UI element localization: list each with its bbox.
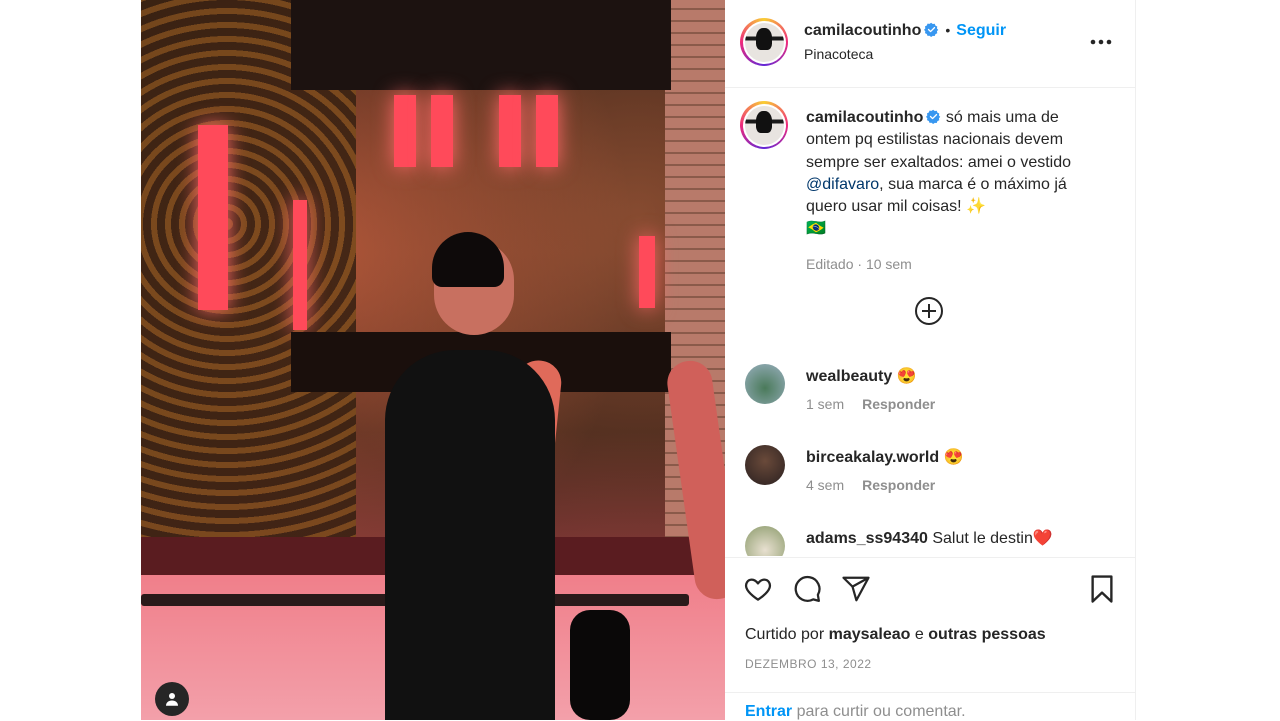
- post-side-panel: camilacoutinho • Seguir Pinacoteca camilac…: [725, 0, 1136, 720]
- caption-username[interactable]: camilacoutinho: [806, 109, 923, 126]
- photo-window: [639, 236, 655, 308]
- author-username[interactable]: camilacoutinho: [804, 22, 921, 39]
- login-link[interactable]: Entrar: [745, 703, 792, 720]
- post-date[interactable]: DEZEMBRO 13, 2022: [745, 657, 872, 671]
- commenter-username[interactable]: wealbeauty: [806, 368, 892, 385]
- photo-hair: [432, 232, 504, 287]
- comment-text: 😍: [943, 449, 964, 466]
- load-more-comments-button[interactable]: [914, 296, 944, 326]
- user-tag-icon: [166, 693, 178, 706]
- post-caption: camilacoutinho só mais uma de ontem pq e…: [806, 107, 1106, 275]
- commenter-avatar[interactable]: [745, 364, 785, 404]
- comment-time[interactable]: 4 sem: [806, 477, 844, 493]
- login-prompt: Entrar para curtir ou comentar.: [745, 703, 966, 721]
- login-prompt-text: para curtir ou comentar.: [796, 703, 966, 720]
- more-options-icon: [1090, 39, 1112, 45]
- photo-window: [499, 95, 521, 167]
- follow-button[interactable]: Seguir: [956, 22, 1006, 39]
- like-button[interactable]: [743, 574, 773, 604]
- comment-item: adams_ss94340 Salut le destin❤️: [745, 526, 1125, 556]
- post-location[interactable]: Pinacoteca: [804, 46, 873, 62]
- login-prompt-bar: Entrar para curtir ou comentar.: [725, 692, 1135, 721]
- likes-prefix: Curtido por: [745, 626, 825, 643]
- likes-conjunction: e: [914, 626, 924, 643]
- commenter-avatar[interactable]: [745, 445, 785, 485]
- comment-icon: [794, 575, 821, 602]
- likes-user-link[interactable]: maysaleao: [829, 626, 911, 643]
- send-icon: [842, 576, 870, 602]
- edited-label: Editado: [806, 255, 854, 272]
- comment-text: Salut le destin❤️: [932, 530, 1053, 547]
- caption-mention-link[interactable]: @difavaro: [806, 176, 879, 193]
- photo-dress: [385, 350, 555, 720]
- comment-time[interactable]: 1 sem: [806, 396, 844, 412]
- heart-icon: [744, 578, 772, 601]
- more-options-button[interactable]: [1087, 32, 1115, 52]
- comment-meta: 1 sem Responder: [806, 396, 1126, 412]
- verified-badge-icon: [924, 22, 939, 37]
- photo-ceiling: [291, 0, 671, 90]
- share-button[interactable]: [841, 574, 871, 604]
- caption-meta: Editado · 10 sem: [806, 255, 912, 272]
- reply-button[interactable]: Responder: [862, 396, 935, 412]
- photo-window: [198, 125, 228, 310]
- author-line: camilacoutinho • Seguir: [804, 22, 1006, 40]
- save-button[interactable]: [1087, 574, 1117, 604]
- caption-time[interactable]: 10 sem: [866, 256, 912, 272]
- post-header: camilacoutinho • Seguir Pinacoteca: [725, 0, 1135, 88]
- photo-bag: [570, 610, 630, 720]
- photo-window: [293, 200, 307, 330]
- comment-button[interactable]: [792, 574, 822, 604]
- reply-button[interactable]: Responder: [862, 477, 935, 493]
- photo-window: [394, 95, 416, 167]
- photo-window: [536, 95, 558, 167]
- commenter-username[interactable]: adams_ss94340: [806, 530, 928, 547]
- commenter-username[interactable]: birceakalay.world: [806, 449, 939, 466]
- author-avatar[interactable]: [740, 18, 788, 66]
- caption-flag: 🇧🇷: [806, 220, 826, 238]
- caption-author-avatar[interactable]: [740, 101, 788, 149]
- separator-dot: •: [945, 22, 951, 38]
- bookmark-icon: [1091, 575, 1113, 603]
- likes-summary: Curtido por maysaleao e outras pessoas: [745, 626, 1046, 644]
- likes-others-link[interactable]: outras pessoas: [928, 626, 1045, 643]
- comment-meta: 4 sem Responder: [806, 477, 1126, 493]
- post-photo[interactable]: [141, 0, 725, 720]
- verified-badge-icon: [926, 109, 941, 124]
- comment-text: 😍: [896, 368, 917, 385]
- user-tag-button[interactable]: [155, 682, 189, 716]
- commenter-avatar[interactable]: [745, 526, 785, 556]
- photo-window: [431, 95, 453, 167]
- action-bar: [725, 557, 1135, 603]
- plus-circle-icon: [915, 297, 943, 325]
